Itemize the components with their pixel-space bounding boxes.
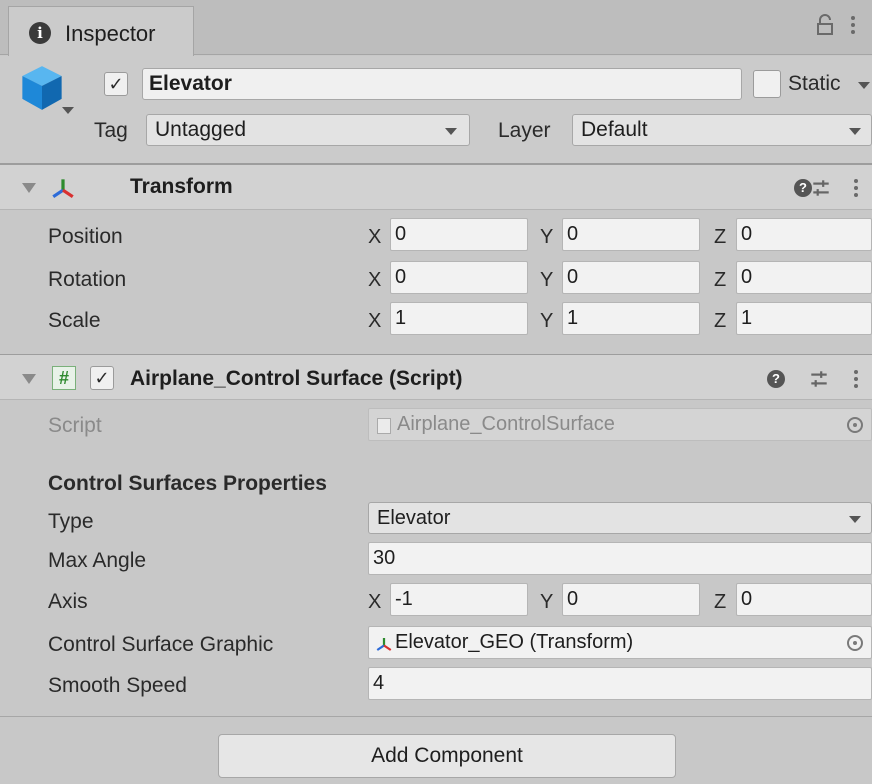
- script-reference-field: Airplane_ControlSurface: [368, 408, 872, 441]
- z-axis-label[interactable]: Z: [714, 269, 726, 292]
- axis-z-field[interactable]: 0: [736, 583, 872, 616]
- layer-dropdown[interactable]: Default: [572, 114, 872, 146]
- smooth-speed-label: Smooth Speed: [48, 674, 187, 697]
- tab-menu-icon[interactable]: [850, 14, 856, 36]
- axis-y-field[interactable]: 0: [562, 583, 700, 616]
- foldout-arrow-icon[interactable]: [22, 183, 36, 193]
- scale-x-field[interactable]: 1: [390, 302, 528, 335]
- tag-dropdown[interactable]: Untagged: [146, 114, 470, 146]
- graphic-label: Control Surface Graphic: [48, 633, 274, 656]
- max-angle-label: Max Angle: [48, 549, 147, 572]
- x-axis-label[interactable]: X: [368, 310, 381, 333]
- tab-inspector[interactable]: i Inspector: [8, 6, 194, 56]
- object-picker-icon: [847, 417, 863, 433]
- active-checkbox[interactable]: ✓: [104, 72, 128, 96]
- y-axis-label[interactable]: Y: [540, 591, 553, 614]
- z-axis-label[interactable]: Z: [714, 310, 726, 333]
- transform-header[interactable]: Transform ?: [0, 164, 872, 210]
- section-header: Control Surfaces Properties: [48, 472, 327, 495]
- position-z-field[interactable]: 0: [736, 218, 872, 251]
- tab-bar: i Inspector: [0, 0, 872, 56]
- tag-label: Tag: [94, 119, 128, 142]
- y-axis-label[interactable]: Y: [540, 310, 553, 333]
- lock-icon[interactable]: [816, 14, 834, 36]
- object-name-field[interactable]: Elevator: [142, 68, 742, 100]
- static-checkbox[interactable]: [753, 70, 781, 98]
- info-icon: i: [29, 22, 51, 44]
- scale-z-field[interactable]: 1: [736, 302, 872, 335]
- static-label[interactable]: Static: [788, 72, 841, 96]
- axis-x-field[interactable]: -1: [390, 583, 528, 616]
- script-value: Airplane_ControlSurface: [397, 413, 615, 435]
- object-picker-icon[interactable]: [847, 635, 863, 651]
- object-header: ✓ Elevator Static Tag Untagged Layer Def…: [0, 56, 872, 164]
- transform-icon: [52, 179, 74, 199]
- transform-icon: [376, 638, 392, 651]
- rotation-z-field[interactable]: 0: [736, 261, 872, 294]
- static-dropdown-icon[interactable]: [858, 82, 870, 89]
- tab-title: Inspector: [65, 21, 156, 46]
- y-axis-label[interactable]: Y: [540, 269, 553, 292]
- add-component-button[interactable]: Add Component: [218, 734, 676, 778]
- script-label: Script: [48, 414, 102, 437]
- presets-icon[interactable]: [808, 368, 830, 390]
- rotation-x-field[interactable]: 0: [390, 261, 528, 294]
- x-axis-label[interactable]: X: [368, 591, 381, 614]
- script-enabled-checkbox[interactable]: ✓: [90, 366, 114, 390]
- transform-title: Transform: [130, 175, 233, 198]
- layer-value: Default: [581, 118, 648, 141]
- presets-icon[interactable]: [810, 177, 832, 199]
- script-component-header[interactable]: # ✓ Airplane_Control Surface (Script) ?: [0, 354, 872, 400]
- max-angle-field[interactable]: 30: [368, 542, 872, 575]
- y-axis-label[interactable]: Y: [540, 226, 553, 249]
- graphic-value: Elevator_GEO (Transform): [395, 631, 634, 653]
- position-x-field[interactable]: 0: [390, 218, 528, 251]
- z-axis-label[interactable]: Z: [714, 591, 726, 614]
- type-value: Elevator: [377, 507, 451, 529]
- transform-body: Position X 0 Y 0 Z 0 Rotation X 0 Y 0 Z …: [0, 210, 872, 354]
- chevron-down-icon: [849, 128, 861, 135]
- script-component-body: Script Airplane_ControlSurface Control S…: [0, 400, 872, 716]
- position-y-field[interactable]: 0: [562, 218, 700, 251]
- help-icon[interactable]: ?: [767, 370, 785, 388]
- foldout-arrow-icon[interactable]: [22, 374, 36, 384]
- component-menu-icon[interactable]: [853, 177, 859, 199]
- cube-icon[interactable]: [20, 64, 64, 112]
- chevron-down-icon: [445, 128, 457, 135]
- script-file-icon: [377, 418, 391, 434]
- x-axis-label[interactable]: X: [368, 269, 381, 292]
- type-label: Type: [48, 510, 94, 533]
- tag-value: Untagged: [155, 118, 247, 141]
- axis-label: Axis: [48, 590, 88, 613]
- position-label: Position: [48, 225, 123, 248]
- script-icon: #: [52, 366, 76, 390]
- type-dropdown[interactable]: Elevator: [368, 502, 872, 534]
- chevron-down-icon: [849, 516, 861, 523]
- rotation-label: Rotation: [48, 268, 127, 291]
- scale-y-field[interactable]: 1: [562, 302, 700, 335]
- rotation-y-field[interactable]: 0: [562, 261, 700, 294]
- scale-label: Scale: [48, 309, 101, 332]
- z-axis-label[interactable]: Z: [714, 226, 726, 249]
- x-axis-label[interactable]: X: [368, 226, 381, 249]
- script-component-title: Airplane_Control Surface (Script): [130, 367, 463, 390]
- icon-dropdown-icon[interactable]: [62, 107, 74, 114]
- component-menu-icon[interactable]: [853, 368, 859, 390]
- layer-label: Layer: [498, 119, 551, 142]
- graphic-reference-field[interactable]: Elevator_GEO (Transform): [368, 626, 872, 659]
- smooth-speed-field[interactable]: 4: [368, 667, 872, 700]
